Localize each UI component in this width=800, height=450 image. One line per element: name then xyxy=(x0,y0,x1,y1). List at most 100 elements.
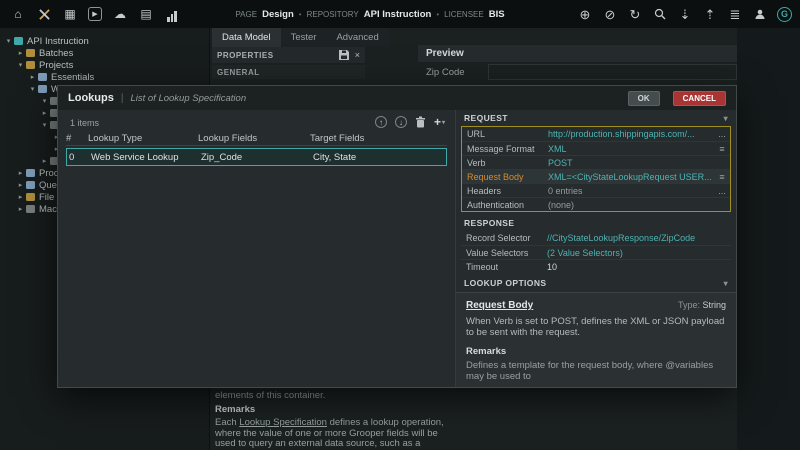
repository-label: REPOSITORY xyxy=(306,9,359,19)
ellipsis-button[interactable]: ... xyxy=(714,186,730,196)
tree-node-icon xyxy=(26,205,35,213)
add-circle-icon[interactable]: ⊕ xyxy=(577,6,593,22)
items-count: 1 items xyxy=(70,118,100,128)
prop-row-record-selector[interactable]: Record Selector //CityStateLookupRespons… xyxy=(461,231,731,245)
chevron-down-icon[interactable]: ▾ xyxy=(16,61,25,69)
ok-button[interactable]: OK xyxy=(627,90,660,106)
zip-code-input[interactable] xyxy=(488,64,737,80)
chevron-right-icon[interactable]: ▸ xyxy=(40,157,49,165)
cancel-button[interactable]: CANCEL xyxy=(672,90,726,106)
tree-item-batches[interactable]: ▸ Batches xyxy=(0,47,209,59)
upload-icon[interactable]: ⇡ xyxy=(702,6,718,22)
help-property-type: Type: String xyxy=(677,300,726,310)
right-gutter xyxy=(737,28,800,450)
chevron-down-icon[interactable]: ▾ xyxy=(28,85,37,93)
general-section-header[interactable]: GENERAL xyxy=(212,65,365,79)
user-icon[interactable] xyxy=(752,6,768,22)
refresh-icon[interactable]: ↻ xyxy=(627,6,643,22)
batches-icon[interactable]: ▦ xyxy=(62,6,78,22)
ellipsis-button[interactable]: ... xyxy=(714,129,730,139)
chevron-down-icon[interactable]: ▾ xyxy=(4,37,13,45)
breadcrumb: PAGE Design • REPOSITORY API Instruction… xyxy=(235,8,505,20)
lookup-specification-link: Lookup Specification xyxy=(239,417,327,428)
response-section-header[interactable]: RESPONSE xyxy=(456,215,736,231)
licensee-value: BIS xyxy=(488,8,505,20)
tab-tester[interactable]: Tester xyxy=(280,28,327,47)
delete-icon[interactable] xyxy=(415,116,426,128)
lookup-property-panel: REQUEST ▾ URL http://production.shipping… xyxy=(456,110,736,387)
close-icon[interactable]: × xyxy=(355,50,360,60)
chevron-down-icon[interactable]: ▾ xyxy=(40,97,49,105)
download-icon[interactable]: ⇣ xyxy=(677,6,693,22)
top-bar: ⌂ ▦ ▶ ☁ ▤ PAGE Design • REPOSITORY API I… xyxy=(0,0,800,28)
prop-row-request-body[interactable]: Request Body XML=<CityStateLookupRequest… xyxy=(462,169,730,183)
move-down-icon[interactable]: ↓ xyxy=(394,116,407,128)
help-property-name: Request Body xyxy=(466,300,534,311)
tree-item-essentials[interactable]: ▸ Essentials xyxy=(0,71,209,83)
zip-code-field-label: Zip Code xyxy=(426,67,465,78)
chevron-right-icon[interactable]: ▸ xyxy=(16,205,25,213)
tree-node-icon xyxy=(26,49,35,57)
grooper-logo[interactable]: G xyxy=(777,6,792,22)
help-description: When Verb is set to POST, defines the XM… xyxy=(466,316,725,338)
response-property-group: Record Selector //CityStateLookupRespons… xyxy=(461,231,731,273)
lookup-options-section-header[interactable]: LOOKUP OPTIONS ▾ xyxy=(456,275,736,291)
prop-row-headers[interactable]: Headers 0 entries ... xyxy=(462,183,730,197)
property-help-panel: Request Body Type: String When Verb is s… xyxy=(456,292,736,387)
list-toolbar: ↑ ↓ + ▾ xyxy=(374,115,445,129)
prop-row-timeout[interactable]: Timeout 10 xyxy=(461,259,731,273)
prop-row-message-format[interactable]: Message Format XML ≡ xyxy=(462,141,730,155)
tree-node-icon xyxy=(26,181,35,189)
page-label: PAGE xyxy=(235,9,258,19)
repository-value: API Instruction xyxy=(363,8,432,20)
prop-row-verb[interactable]: Verb POST xyxy=(462,155,730,169)
request-section-header[interactable]: REQUEST ▾ xyxy=(456,110,736,126)
help-remarks-heading: Remarks xyxy=(466,346,507,357)
tab-advanced[interactable]: Advanced xyxy=(326,28,389,47)
chevron-right-icon[interactable]: ▸ xyxy=(16,181,25,189)
cancel-circle-icon[interactable]: ⊘ xyxy=(602,6,618,22)
chevron-down-icon[interactable]: ▾ xyxy=(40,121,49,129)
tab-data-model[interactable]: Data Model xyxy=(212,28,281,47)
properties-title: PROPERTIES xyxy=(217,50,274,60)
search-icon[interactable] xyxy=(652,6,668,22)
move-up-icon[interactable]: ↑ xyxy=(374,116,387,128)
tree-item-api-instruction[interactable]: ▾ API Instruction xyxy=(0,35,209,47)
stack-icon[interactable]: ≣ xyxy=(727,6,743,22)
properties-panel-header: PROPERTIES × xyxy=(212,47,365,63)
play-icon[interactable]: ▶ xyxy=(88,7,102,21)
tree-node-icon xyxy=(38,85,47,93)
background-property-help: elements of this container. Remarks Each… xyxy=(215,390,461,450)
tasks-icon[interactable]: ▤ xyxy=(138,6,154,22)
topbar-left-icons: ⌂ ▦ ▶ ☁ ▤ xyxy=(10,0,180,28)
lookup-table-header: # Lookup Type Lookup Fields Target Field… xyxy=(66,132,447,146)
tree-item-projects[interactable]: ▾ Projects xyxy=(0,59,209,71)
tree-node-icon xyxy=(26,193,35,201)
chevron-right-icon[interactable]: ▸ xyxy=(28,73,37,81)
prop-row-value-selectors[interactable]: Value Selectors (2 Value Selectors) xyxy=(461,245,731,259)
tree-node-icon xyxy=(26,169,35,177)
tree-node-icon xyxy=(26,61,35,69)
home-icon[interactable]: ⌂ xyxy=(10,6,26,22)
help-fragment: elements of this container. xyxy=(215,390,326,401)
prop-row-authentication[interactable]: Authentication (none) xyxy=(462,197,730,211)
menu-button[interactable]: ≡ xyxy=(714,144,730,154)
cloud-upload-icon[interactable]: ☁ xyxy=(112,6,128,22)
chevron-right-icon[interactable]: ▸ xyxy=(16,49,25,57)
preview-panel-header: Preview xyxy=(418,45,737,62)
lookup-list-panel: 1 items ↑ ↓ + ▾ # Lookup Type Lookup Fiel… xyxy=(58,110,456,387)
chevron-down-icon[interactable]: ▾ xyxy=(724,279,728,288)
prop-row-url[interactable]: URL http://production.shippingapis.com/.… xyxy=(462,127,730,141)
tools-icon[interactable] xyxy=(36,6,52,22)
save-icon[interactable] xyxy=(338,50,349,60)
menu-button[interactable]: ≡ xyxy=(714,172,730,182)
chevron-right-icon[interactable]: ▸ xyxy=(40,109,49,117)
page-value: Design xyxy=(262,8,294,20)
add-lookup-icon[interactable]: + ▾ xyxy=(434,115,445,129)
chevron-right-icon[interactable]: ▸ xyxy=(16,169,25,177)
tree-node-icon xyxy=(14,37,23,45)
lookup-table-row-selected[interactable]: 0 Web Service Lookup Zip_Code City, Stat… xyxy=(66,148,447,166)
chevron-down-icon[interactable]: ▾ xyxy=(724,114,728,123)
lookups-dialog: Lookups | List of Lookup Specification O… xyxy=(57,85,737,388)
chevron-right-icon[interactable]: ▸ xyxy=(16,193,25,201)
